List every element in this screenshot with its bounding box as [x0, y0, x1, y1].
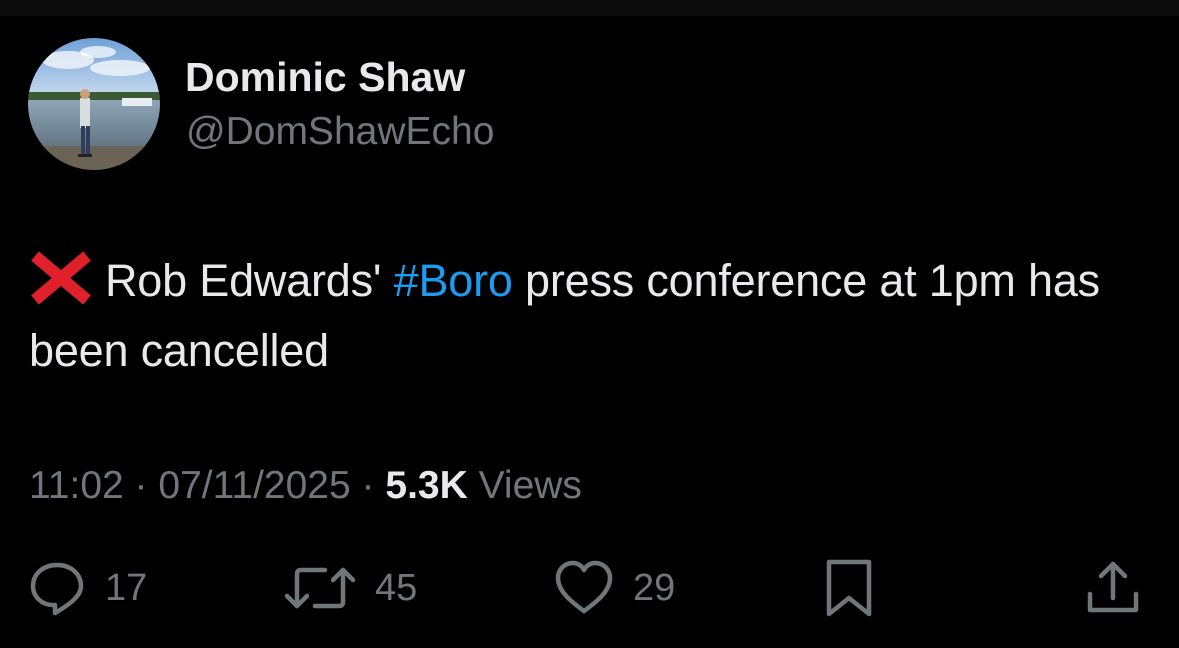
retweet-button[interactable]: 45	[283, 555, 417, 621]
reply-icon	[30, 562, 84, 616]
views-label: Views	[478, 464, 582, 507]
like-button[interactable]: 29	[553, 555, 675, 621]
tweet-text-before: Rob Edwards'	[105, 255, 394, 306]
retweet-icon	[284, 567, 356, 609]
like-count: 29	[633, 567, 676, 609]
tweet-meta: 11:02 · 07/11/2025 · 5.3K Views	[29, 460, 582, 512]
author-avatar[interactable]	[28, 38, 160, 170]
tweet-date[interactable]: 07/11/2025	[158, 464, 350, 507]
tweet-time[interactable]: 11:02	[29, 464, 124, 507]
share-button[interactable]	[1084, 555, 1142, 621]
avatar-photo-icon	[28, 38, 160, 170]
reply-count: 17	[105, 567, 148, 609]
action-bar: 17 45 29	[0, 555, 1179, 621]
views-count: 5.3K	[385, 464, 468, 507]
tweet-text: Rob Edwards' #Boro press conference at 1…	[29, 246, 1159, 386]
top-edge	[0, 0, 1179, 16]
reply-button[interactable]: 17	[27, 555, 147, 621]
author-display-name[interactable]: Dominic Shaw	[185, 53, 465, 101]
hashtag-link[interactable]: #Boro	[394, 255, 513, 306]
bookmark-icon	[826, 559, 872, 617]
author-handle[interactable]: @DomShawEcho	[186, 108, 494, 156]
cross-mark-icon	[29, 250, 93, 306]
share-icon	[1087, 561, 1139, 613]
meta-separator: ·	[134, 464, 148, 507]
retweet-count: 45	[375, 567, 418, 609]
meta-separator: ·	[361, 464, 375, 507]
bookmark-button[interactable]	[823, 555, 875, 621]
heart-icon	[555, 560, 613, 614]
